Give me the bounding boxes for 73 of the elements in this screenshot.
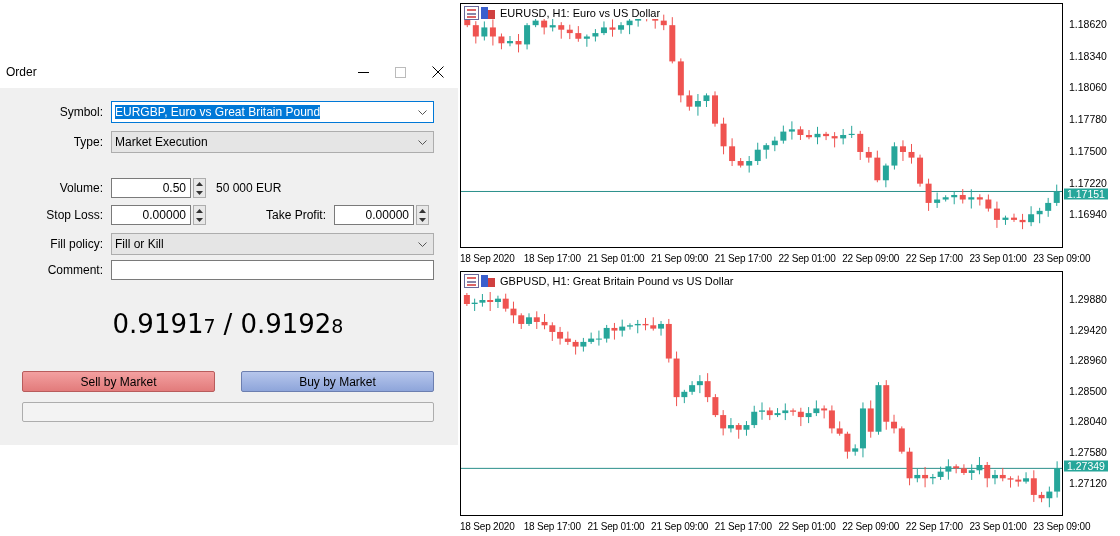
price-label: 1.17220	[1069, 177, 1107, 188]
chart-title: EURUSD, H1: Euro vs US Dollar	[500, 7, 661, 19]
time-label: 21 Sep 01:00	[587, 520, 646, 532]
price-label: 1.29420	[1069, 324, 1107, 336]
current-price-tag: 1.17151	[1064, 188, 1108, 200]
time-label: 21 Sep 01:00	[587, 252, 646, 264]
comment-field[interactable]	[111, 260, 434, 280]
price-label: 1.29880	[1069, 293, 1107, 305]
caret-up-icon[interactable]	[419, 208, 426, 213]
spinner-control[interactable]	[416, 205, 429, 225]
time-label: 18 Sep 17:00	[523, 252, 582, 264]
price-label: 1.28500	[1069, 385, 1107, 397]
time-label: 18 Sep 2020	[460, 252, 516, 264]
stop-loss-field[interactable]: 0.00000	[111, 205, 191, 225]
time-label: 22 Sep 09:00	[842, 252, 901, 264]
current-price-tag: 1.27349	[1064, 460, 1108, 472]
chevron-down-icon	[418, 139, 427, 145]
volume-field[interactable]: 0.50	[111, 178, 191, 198]
window-title: Order	[6, 65, 37, 79]
time-label: 23 Sep 01:00	[969, 252, 1028, 264]
price-label: 1.18340	[1069, 50, 1107, 62]
time-label: 23 Sep 09:00	[1033, 520, 1092, 532]
price-label: 1.17780	[1069, 113, 1107, 125]
caret-up-icon[interactable]	[196, 208, 203, 213]
minimize-icon[interactable]	[358, 71, 369, 73]
time-label: 22 Sep 01:00	[778, 520, 837, 532]
chevron-down-icon	[418, 241, 427, 247]
chevron-down-icon	[418, 109, 427, 115]
fill-policy-dropdown[interactable]: Fill or Kill	[111, 233, 434, 255]
price-label: 1.27580	[1069, 446, 1107, 458]
sell-button[interactable]: Sell by Market	[22, 371, 215, 392]
chart-title: GBPUSD, H1: Great Britain Pound vs US Dollar	[500, 275, 734, 287]
price-label: 1.27120	[1069, 477, 1107, 489]
price-quote: 0.9191 7 / 0.91928	[111, 309, 345, 341]
price-label: 1.17500	[1069, 145, 1107, 157]
time-label: 21 Sep 09:00	[651, 520, 710, 532]
field-label: Symbol:	[58, 105, 103, 119]
type-dropdown[interactable]: Market Execution	[111, 131, 434, 153]
chart-icons[interactable]	[464, 6, 496, 20]
price-label: 1.28960	[1069, 354, 1107, 366]
caret-up-icon[interactable]	[196, 181, 203, 186]
time-label: 18 Sep 17:00	[523, 520, 582, 532]
time-label: 22 Sep 17:00	[905, 520, 964, 532]
price-label: 1.18620	[1069, 18, 1107, 30]
time-label: 23 Sep 09:00	[1033, 252, 1092, 264]
price-label: 1.28040	[1069, 415, 1107, 427]
field-label: Volume:	[58, 181, 103, 195]
price-label: 1.18060	[1069, 81, 1107, 93]
caret-down-icon[interactable]	[196, 217, 203, 222]
time-label: 21 Sep 17:00	[714, 252, 773, 264]
time-label: 22 Sep 01:00	[778, 252, 837, 264]
time-label: 21 Sep 09:00	[651, 252, 710, 264]
time-label: 22 Sep 09:00	[842, 520, 901, 532]
field-label: Fill policy:	[49, 237, 103, 251]
time-label: 18 Sep 2020	[460, 520, 516, 532]
buy-button[interactable]: Buy by Market	[241, 371, 434, 392]
field-label: Stop Loss:	[45, 208, 103, 222]
field-label: Comment:	[46, 263, 103, 277]
spinner-control[interactable]	[193, 205, 206, 225]
symbol-dropdown[interactable]: EURGBP, Euro vs Great Britain Pound	[111, 101, 434, 123]
caret-down-icon[interactable]	[419, 217, 426, 222]
volume-note: 50 000 EUR	[216, 181, 282, 195]
time-label: 21 Sep 17:00	[714, 520, 773, 532]
take-profit-field[interactable]: 0.00000	[334, 205, 414, 225]
close-icon[interactable]	[432, 66, 444, 78]
time-label: 22 Sep 17:00	[905, 252, 964, 264]
spinner-control[interactable]	[193, 178, 206, 198]
price-label: 1.16940	[1069, 208, 1107, 220]
time-label: 23 Sep 01:00	[969, 520, 1028, 532]
field-label: Take Profit:	[264, 208, 326, 222]
field-label: Type:	[72, 135, 103, 149]
chart-icons[interactable]	[464, 274, 496, 288]
caret-down-icon[interactable]	[196, 190, 203, 195]
